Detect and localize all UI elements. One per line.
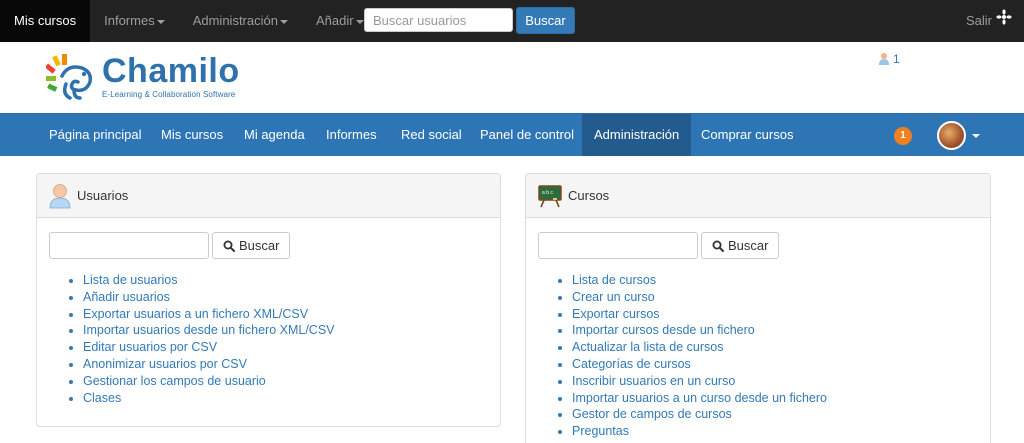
users-link-edit-csv[interactable]: Editar usuarios por CSV [83,340,217,354]
user-icon [49,183,71,208]
top-nav-reports[interactable]: Informes [90,0,179,42]
users-link-fields[interactable]: Gestionar los campos de usuario [83,374,266,388]
list-item: Gestor de campos de cursos [572,406,827,423]
logo-text: Chamilo E-Learning & Collaboration Softw… [102,54,240,99]
list-item: Lista de usuarios [83,272,335,289]
users-links-list: Lista de usuarios Añadir usuarios Export… [83,272,335,406]
logout-link[interactable]: Salir [966,0,1012,42]
courses-link-create[interactable]: Crear un curso [572,290,655,304]
main-nav-home[interactable]: Página principal [37,114,154,156]
list-item: Lista de cursos [572,272,827,289]
chevron-down-icon [279,19,288,24]
users-link-anonymize-csv[interactable]: Anonimizar usuarios por CSV [83,357,247,371]
chevron-down-icon [355,19,364,24]
courses-panel-header: a b c Cursos [526,174,990,218]
list-item: Editar usuarios por CSV [83,339,335,356]
user-search-input[interactable] [364,8,513,32]
top-nav-add-label: Añadir [315,13,354,28]
users-link-add[interactable]: Añadir usuarios [83,290,170,304]
list-item: Añadir usuarios [83,289,335,306]
blackboard-icon: a b c [538,184,562,207]
users-link-list[interactable]: Lista de usuarios [83,273,178,287]
search-icon [223,240,235,252]
online-users-link[interactable]: 1 [878,52,900,66]
chamilo-logo-mark-icon [46,54,93,100]
courses-link-subscribe-users[interactable]: Inscribir usuarios en un curso [572,374,735,388]
courses-search-button-label: Buscar [728,238,769,253]
main-nav-reports[interactable]: Informes [314,114,389,156]
courses-link-categories[interactable]: Categorías de cursos [572,357,691,371]
courses-link-export[interactable]: Exportar cursos [572,307,660,321]
avatar[interactable] [937,121,966,150]
list-item: Importar usuarios desde un fichero XML/C… [83,322,335,339]
list-item: Preguntas [572,423,827,440]
list-item: Importar usuarios a un curso desde un fi… [572,390,827,407]
users-link-export[interactable]: Exportar usuarios a un fichero XML/CSV [83,307,308,321]
top-navbar: Mis cursos Informes Administración Añadi… [0,0,1024,42]
list-item: Exportar cursos [572,306,827,323]
user-search-button[interactable]: Buscar [516,7,575,34]
top-nav: Mis cursos Informes Administración Añadi… [0,0,378,42]
svg-text:a b c: a b c [542,190,553,196]
main-nav-buy-courses[interactable]: Comprar cursos [689,114,805,156]
main-nav-social[interactable]: Red social [389,114,474,156]
users-search-input[interactable] [49,232,209,259]
top-nav-reports-label: Informes [104,13,155,28]
search-icon [712,240,724,252]
users-panel: Usuarios Buscar Lista de usuarios Añadir… [36,173,501,427]
list-item: Gestionar los campos de usuario [83,373,335,390]
courses-link-import-users[interactable]: Importar usuarios a un curso desde un fi… [572,391,827,405]
logo-tagline: E-Learning & Collaboration Software [102,90,236,99]
list-item: Clases [83,390,335,407]
top-nav-administration-label: Administración [192,13,278,28]
list-item: Importar cursos desde un fichero [572,322,827,339]
users-search-row: Buscar [49,232,291,259]
notifications-badge[interactable]: 1 [894,127,912,145]
list-item: Inscribir usuarios en un curso [572,373,827,390]
main-navbar: Página principal Mis cursos Mi agenda In… [0,113,1024,156]
list-item: Crear un curso [572,289,827,306]
courses-panel: a b c Cursos Buscar Lista de cursos Crea… [525,173,991,443]
courses-links-list: Lista de cursos Crear un curso Exportar … [572,272,827,440]
logo-name: Chamilo [102,52,240,90]
users-panel-header: Usuarios [37,174,500,218]
main-nav-administration[interactable]: Administración [582,114,692,156]
courses-search-button[interactable]: Buscar [701,232,780,259]
courses-panel-title: Cursos [568,188,610,203]
users-search-button-label: Buscar [239,238,280,253]
users-link-classes[interactable]: Clases [83,391,121,405]
top-nav-administration[interactable]: Administración [179,0,302,42]
courses-search-input[interactable] [538,232,698,259]
logout-label: Salir [965,13,992,28]
list-item: Categorías de cursos [572,356,827,373]
chevron-down-icon[interactable] [972,134,980,138]
main-nav-agenda[interactable]: Mi agenda [232,114,317,156]
list-item: Exportar usuarios a un fichero XML/CSV [83,306,335,323]
courses-link-questions[interactable]: Preguntas [572,424,629,438]
courses-link-fields[interactable]: Gestor de campos de cursos [572,407,732,421]
online-users-count: 1 [893,52,900,66]
site-header: Chamilo E-Learning & Collaboration Softw… [0,42,1024,113]
users-search-button[interactable]: Buscar [212,232,291,259]
users-link-import[interactable]: Importar usuarios desde un fichero XML/C… [83,323,335,337]
list-item: Anonimizar usuarios por CSV [83,356,335,373]
top-nav-my-courses[interactable]: Mis cursos [0,0,91,42]
chamilo-logo[interactable]: Chamilo E-Learning & Collaboration Softw… [46,54,240,102]
logout-icon [996,0,1012,42]
main-nav-my-courses[interactable]: Mis cursos [149,114,235,156]
main-nav-dashboard[interactable]: Panel de control [468,114,586,156]
list-item: Actualizar la lista de cursos [572,339,827,356]
courses-link-update-list[interactable]: Actualizar la lista de cursos [572,340,723,354]
user-icon [879,53,889,65]
courses-link-list[interactable]: Lista de cursos [572,273,656,287]
courses-search-row: Buscar [538,232,780,259]
chevron-down-icon [156,19,165,24]
courses-link-import[interactable]: Importar cursos desde un fichero [572,323,755,337]
users-panel-title: Usuarios [77,188,129,203]
